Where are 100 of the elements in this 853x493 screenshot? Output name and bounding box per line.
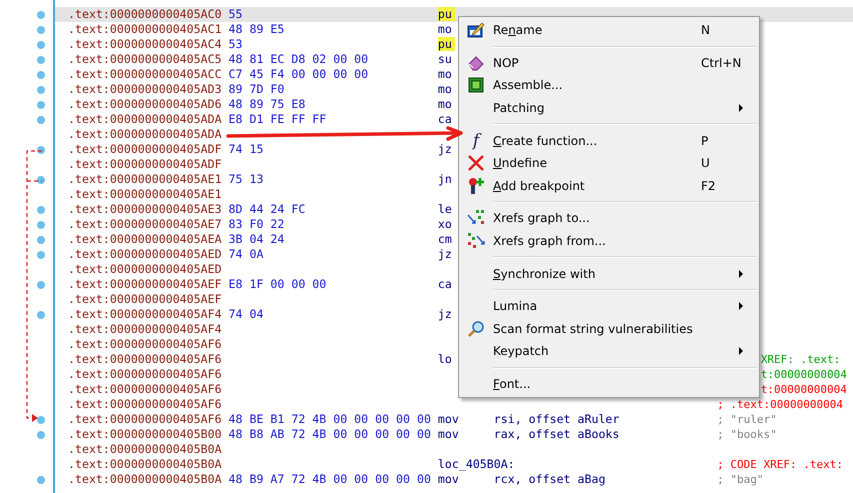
breakpoint-dot[interactable] <box>37 41 45 49</box>
eraser-icon <box>467 54 485 72</box>
pencil-icon <box>467 21 485 40</box>
breakpoint-dot[interactable] <box>37 416 45 424</box>
opcode-bytes: 48 B8 AB 72 4B 00 00 00 00 00 <box>228 427 432 442</box>
comment-text: ; "ruler" <box>717 412 777 427</box>
mnemonic-text: mo <box>438 82 452 96</box>
comment-text: ; "books" <box>717 427 777 442</box>
mnemonic-text: jn <box>438 172 452 186</box>
mnemonic-text: jz <box>438 247 452 261</box>
menu-item[interactable]: f Create function... P <box>459 129 759 152</box>
address-text: .text:0000000000405AF4 <box>68 307 223 322</box>
breakpoint-dot[interactable] <box>37 86 45 94</box>
mnemonic-text: xo <box>438 217 452 231</box>
address-text: .text:0000000000405AEF <box>68 277 223 292</box>
breakpoint-dot[interactable] <box>37 146 45 154</box>
address-text: .text:0000000000405B0A <box>68 457 223 472</box>
opcode-bytes: 83 F0 22 <box>228 217 286 232</box>
breakpoint-dot[interactable] <box>37 176 45 184</box>
opcode-bytes: 74 0A <box>228 247 264 262</box>
function-icon: f <box>472 132 480 150</box>
mnemonic-text: lo <box>438 352 452 366</box>
breakpoint-dot[interactable] <box>37 11 45 19</box>
opcode-bytes: E8 1F 00 00 00 <box>228 277 328 292</box>
menu-item[interactable]: Synchronize with <box>459 262 759 285</box>
opcode-bytes: 48 81 EC D8 02 00 00 <box>228 52 370 67</box>
mnemonic-text: cm <box>438 232 452 246</box>
operand-text: rsi, offset aRuler <box>494 412 620 427</box>
menu-item[interactable]: NOP Ctrl+N <box>459 52 759 74</box>
mnemonic-text: jz <box>438 307 452 321</box>
breakpoint-dot[interactable] <box>37 221 45 229</box>
shortcut-text: N <box>701 23 710 38</box>
address-text: .text:0000000000405ADF <box>68 142 223 157</box>
mnemonic-text: ca <box>438 112 452 126</box>
mnemonic-text: loc_405B0A: <box>438 457 515 471</box>
address-text: .text:0000000000405AF6 <box>68 382 223 397</box>
breakpoint-dot[interactable] <box>37 251 45 259</box>
address-text: .text:0000000000405AD6 <box>68 97 223 112</box>
mnemonic-text: su <box>438 52 452 66</box>
comment-text: t:00000000004 <box>760 382 847 397</box>
breakpoint-dot[interactable] <box>37 236 45 244</box>
shortcut-text: Ctrl+N <box>701 56 742 70</box>
address-text: .text:0000000000405AE7 <box>68 217 223 232</box>
graph-icon <box>467 232 485 250</box>
address-text: .text:0000000000405AC5 <box>68 52 223 67</box>
address-text: .text:0000000000405AE1 <box>68 187 223 202</box>
menu-item[interactable]: Font... <box>459 372 759 396</box>
opcode-bytes: 74 15 <box>228 142 264 157</box>
address-text: .text:0000000000405AF6 <box>68 367 223 382</box>
breakpoint-dot[interactable] <box>37 206 45 214</box>
address-text: .text:0000000000405AED <box>68 262 223 277</box>
address-text: .text:0000000000405AC0 <box>68 7 223 22</box>
opcode-bytes: 48 89 E5 <box>228 22 286 37</box>
menu-item[interactable]: Add breakpoint F2 <box>459 174 759 198</box>
mnemonic-text: ca <box>438 277 452 291</box>
menu-item[interactable]: Undefine U <box>459 152 759 175</box>
breakpoint-dot[interactable] <box>37 311 45 319</box>
menu-item[interactable]: Rename N <box>459 19 759 42</box>
menu-item[interactable]: Xrefs graph from... <box>459 230 759 252</box>
address-text: .text:0000000000405B0A <box>68 472 223 487</box>
mnemonic-text: le <box>438 202 452 216</box>
breakpoint-dot[interactable] <box>37 476 45 484</box>
address-text: .text:0000000000405AF4 <box>68 322 223 337</box>
comment-text: XREF: .text: <box>760 352 840 367</box>
address-text: .text:0000000000405AEF <box>68 292 223 307</box>
breakpoint-dot[interactable] <box>37 281 45 289</box>
operand-text: rcx, offset aBag <box>494 472 606 487</box>
address-text: .text:0000000000405AEA <box>68 232 223 247</box>
address-text: .text:0000000000405AD3 <box>68 82 223 97</box>
opcode-bytes: 53 <box>228 37 244 52</box>
mnemonic-text: mo <box>438 67 452 81</box>
comment-text: ; .text:00000000004 <box>717 397 843 412</box>
opcode-bytes: 75 13 <box>228 172 264 187</box>
breakpoint-dot[interactable] <box>37 56 45 64</box>
address-text: .text:0000000000405AE1 <box>68 172 223 187</box>
menu-item[interactable]: Assemble... <box>459 74 759 97</box>
shortcut-text: P <box>701 134 708 148</box>
address-text: .text:0000000000405AC1 <box>68 22 223 37</box>
address-text: .text:0000000000405B0A <box>68 442 223 457</box>
address-text: .text:0000000000405AED <box>68 247 223 262</box>
comment-text: ; CODE XREF: .text: <box>717 457 843 472</box>
breakpoint-dot[interactable] <box>37 101 45 109</box>
breakpoint-dot[interactable] <box>37 71 45 79</box>
breakpoint-dot[interactable] <box>37 26 45 34</box>
opcode-bytes: 48 B9 A7 72 4B 00 00 00 00 00 <box>228 472 432 487</box>
menu-item[interactable]: Keypatch <box>459 340 759 363</box>
address-text: .text:0000000000405AF6 <box>68 397 223 412</box>
mnemonic-text: pu <box>438 37 455 51</box>
mnemonic-text: mov <box>438 472 459 486</box>
menu-item[interactable]: Xrefs graph to... <box>459 207 759 230</box>
opcode-bytes: 3B 04 24 <box>228 232 286 247</box>
address-text: .text:0000000000405AF6 <box>68 337 223 352</box>
breakpoint-dot[interactable] <box>37 116 45 124</box>
menu-item[interactable]: Lumina <box>459 294 759 318</box>
shortcut-text: F2 <box>701 178 716 193</box>
breakpoint-dot[interactable] <box>37 431 45 439</box>
menu-item[interactable]: Scan format string vulnerabilities <box>459 318 759 340</box>
mnemonic-text: jz <box>438 142 452 156</box>
address-text: .text:0000000000405AF6 <box>68 412 223 427</box>
menu-item[interactable]: Patching <box>459 96 759 120</box>
